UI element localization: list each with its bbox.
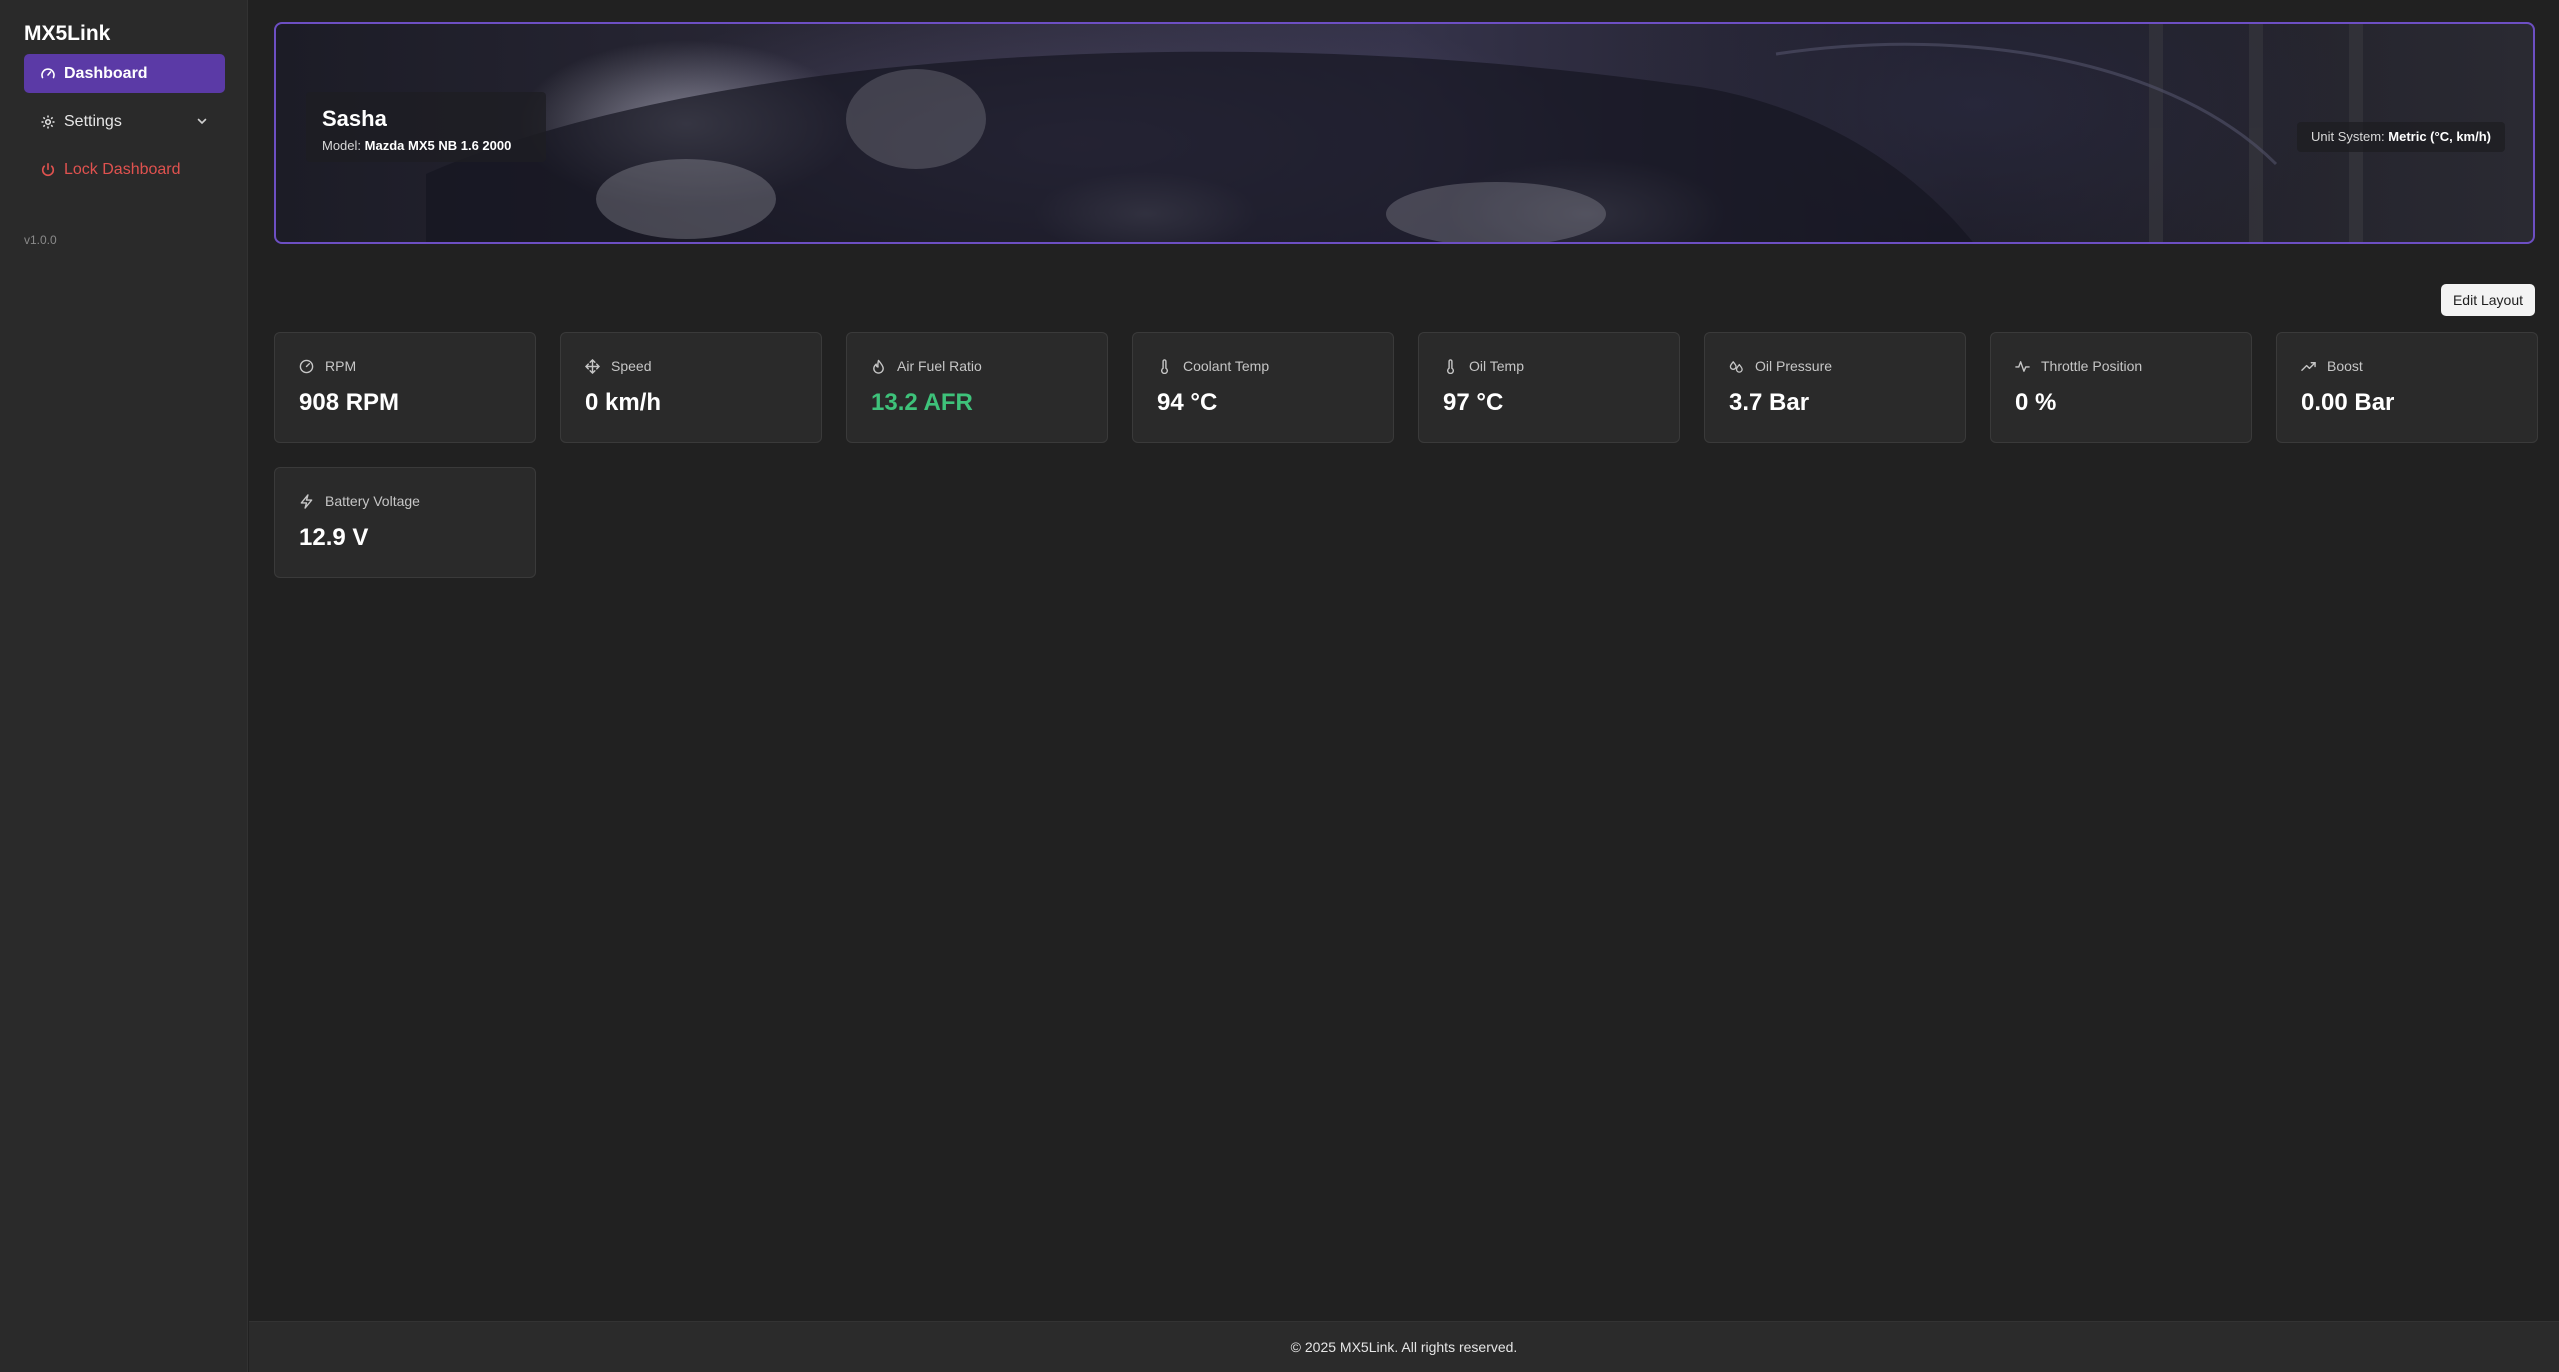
vehicle-banner: Sasha Model: Mazda MX5 NB 1.6 2000 Unit … — [274, 22, 2535, 244]
metric-label: Throttle Position — [2041, 358, 2143, 374]
metric-card-air-fuel-ratio: Air Fuel Ratio 13.2 AFR — [846, 332, 1108, 443]
unit-system: Unit System: Metric (°C, km/h) — [2296, 122, 2505, 152]
app-version: v1.0.0 — [24, 233, 57, 247]
metric-header: Boost — [2301, 358, 2363, 374]
gauge-icon — [40, 66, 56, 82]
gauge-icon — [299, 359, 314, 374]
copyright-text: © 2025 MX5Link. All rights reserved. — [1290, 1339, 1518, 1355]
metric-card-battery-voltage: Battery Voltage 12.9 V — [274, 467, 536, 578]
thermometer-icon — [1443, 358, 1458, 374]
metric-card-rpm: RPM 908 RPM — [274, 332, 536, 443]
metric-card-coolant-temp: Coolant Temp 94 °C — [1132, 332, 1394, 443]
metric-label: Speed — [611, 358, 652, 374]
droplets-icon — [1729, 359, 1744, 374]
vehicle-name: Sasha — [322, 106, 387, 131]
metric-value: 3.7 Bar — [1729, 389, 1810, 416]
sidebar-item-dashboard[interactable]: Dashboard — [24, 54, 225, 93]
app-root: MX5Link Dashboard Settings Lock Dashboar… — [0, 0, 2559, 1372]
vehicle-model-value: Mazda MX5 NB 1.6 2000 — [364, 138, 512, 153]
vehicle-info-card: Sasha Model: Mazda MX5 NB 1.6 2000 — [306, 92, 546, 162]
vehicle-model: Model: Mazda MX5 NB 1.6 2000 — [322, 138, 530, 153]
metric-label: Oil Temp — [1469, 358, 1524, 374]
vehicle-model-label: Model: — [322, 138, 362, 153]
main-content: Sasha Model: Mazda MX5 NB 1.6 2000 Unit … — [249, 0, 2559, 1372]
metric-value: 0 % — [2015, 389, 2057, 416]
metric-header: Air Fuel Ratio — [871, 358, 982, 374]
chevron-down-icon[interactable] — [195, 114, 209, 128]
app-brand: MX5Link — [24, 22, 111, 45]
sidebar-item-settings[interactable]: Settings — [24, 102, 225, 141]
metric-header: Speed — [585, 358, 651, 374]
metric-label: Coolant Temp — [1183, 358, 1270, 374]
thermometer-icon — [1157, 358, 1172, 374]
metric-header: Throttle Position — [2015, 358, 2142, 374]
sidebar-item-label: Lock Dashboard — [64, 160, 181, 178]
metric-value: 97 °C — [1443, 389, 1504, 416]
move-icon — [585, 358, 600, 374]
metric-header: Coolant Temp — [1157, 358, 1269, 374]
sidebar-item-label: Settings — [64, 112, 122, 130]
trending-up-icon — [2301, 359, 2316, 374]
unit-system-label: Unit System: — [2310, 129, 2385, 144]
zap-icon — [299, 493, 314, 509]
metric-header: Battery Voltage — [299, 493, 420, 509]
metric-value: 908 RPM — [299, 389, 400, 416]
metric-label: Oil Pressure — [1755, 358, 1833, 374]
metric-card-throttle-position: Throttle Position 0 % — [1990, 332, 2252, 443]
metric-header: RPM — [299, 358, 356, 374]
metric-value: 0 km/h — [585, 389, 662, 416]
metric-header: Oil Temp — [1443, 358, 1524, 374]
unit-system-value: Metric (°C, km/h) — [2388, 129, 2491, 144]
car-photo — [426, 24, 2363, 242]
gear-icon — [40, 114, 56, 130]
metric-label: Boost — [2327, 358, 2363, 374]
metric-card-oil-pressure: Oil Pressure 3.7 Bar — [1704, 332, 1966, 443]
metric-header: Oil Pressure — [1729, 358, 1832, 374]
flame-icon — [871, 359, 886, 374]
metric-value: 0.00 Bar — [2301, 389, 2395, 416]
metric-label: Battery Voltage — [325, 493, 420, 509]
edit-layout-button[interactable]: Edit Layout — [2441, 284, 2535, 316]
activity-icon — [2015, 359, 2030, 374]
metric-label: RPM — [325, 358, 357, 374]
metric-card-speed: Speed 0 km/h — [560, 332, 822, 443]
metric-card-oil-temp: Oil Temp 97 °C — [1418, 332, 1680, 443]
metric-value: 13.2 AFR — [871, 389, 973, 416]
sidebar: MX5Link Dashboard Settings Lock Dashboar… — [0, 0, 248, 1372]
power-icon — [40, 162, 56, 178]
sidebar-item-label: Dashboard — [64, 64, 148, 82]
metric-value: 12.9 V — [299, 524, 369, 551]
metric-label: Air Fuel Ratio — [897, 358, 982, 374]
footer: © 2025 MX5Link. All rights reserved. — [249, 1321, 2559, 1372]
metric-value: 94 °C — [1157, 389, 1218, 416]
metric-card-boost: Boost 0.00 Bar — [2276, 332, 2538, 443]
sidebar-item-lock-dashboard[interactable]: Lock Dashboard — [24, 150, 225, 189]
